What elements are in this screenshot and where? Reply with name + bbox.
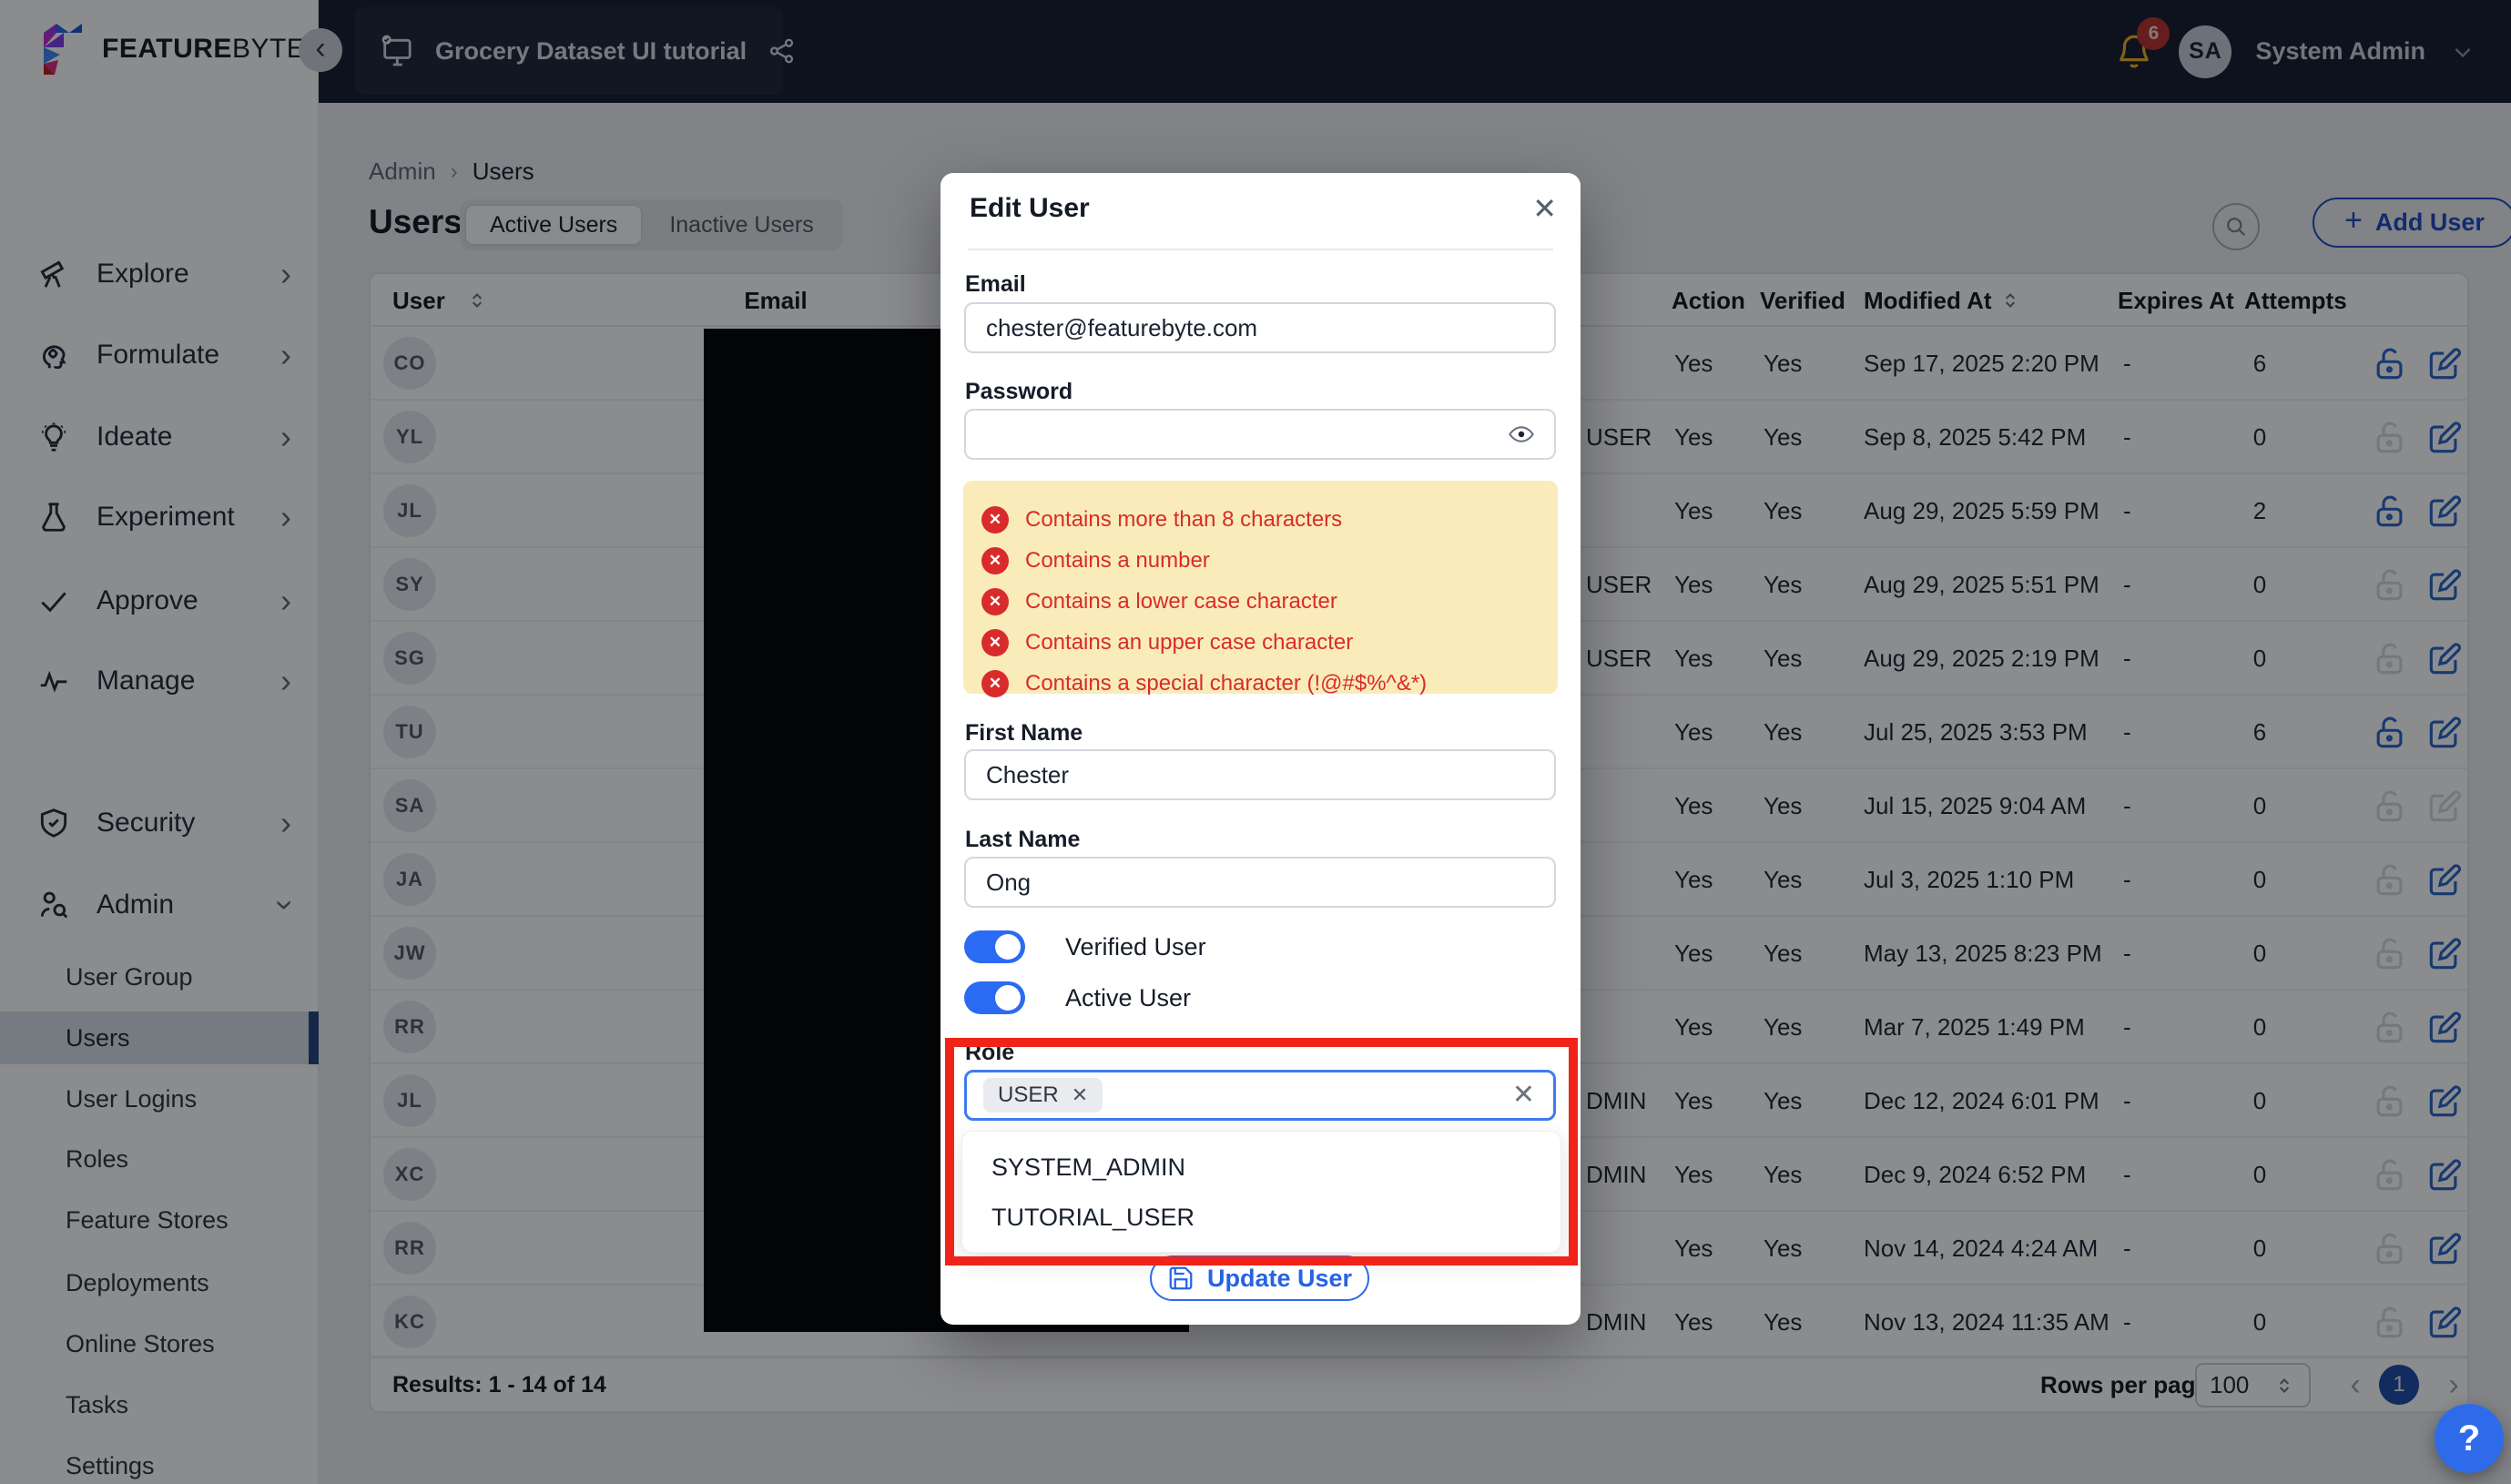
password-rule: ✕ Contains a lower case character [981,581,1558,622]
close-icon[interactable]: ✕ [1532,191,1557,226]
verified-user-toggle-row: Verified User [964,930,1206,963]
email-field[interactable]: chester@featurebyte.com [964,302,1556,353]
eye-icon[interactable] [1507,420,1536,449]
first-name-field[interactable]: Chester [964,749,1556,800]
password-rule-text: Contains a number [1025,548,1210,574]
circle-x-icon: ✕ [981,670,1009,697]
circle-x-icon: ✕ [981,629,1009,656]
toggle-label: Active User [1065,984,1191,1012]
circle-x-icon: ✕ [981,547,1009,574]
password-field[interactable] [964,409,1556,460]
password-rule-text: Contains an upper case character [1025,630,1353,656]
first-name-label: First Name [965,720,1083,747]
password-rule: ✕ Contains a number [981,540,1558,581]
save-icon [1167,1265,1195,1292]
circle-x-icon: ✕ [981,588,1009,615]
password-rule: ✕ Contains an upper case character [981,622,1558,663]
password-requirements-box: ✕ Contains more than 8 characters ✕ Cont… [963,481,1558,694]
email-label: Email [965,271,1026,298]
last-name-field[interactable]: Ong [964,857,1556,908]
last-name-label: Last Name [965,827,1080,853]
password-rule: ✕ Contains a special character (!@#$%^&*… [981,663,1558,704]
modal-divider [968,249,1553,250]
verified-user-toggle[interactable] [964,930,1025,963]
last-name-value: Ong [986,869,1031,897]
annotation-highlight-box [945,1038,1578,1265]
password-rule: ✕ Contains more than 8 characters [981,499,1558,540]
password-rule-text: Contains a lower case character [1025,589,1337,615]
update-user-label: Update User [1207,1265,1352,1293]
password-rule-text: Contains a special character (!@#$%^&*) [1025,671,1427,696]
password-rule-text: Contains more than 8 characters [1025,507,1342,533]
app-root: FEATUREBYTE Explore › Formulate › Ideate… [0,0,2511,1484]
active-user-toggle-row: Active User [964,981,1191,1014]
modal-title: Edit User [970,193,1090,224]
password-label: Password [965,379,1073,405]
help-button[interactable]: ? [2435,1404,2504,1473]
active-user-toggle[interactable] [964,981,1025,1014]
first-name-value: Chester [986,761,1069,789]
email-value: chester@featurebyte.com [986,314,1257,342]
circle-x-icon: ✕ [981,506,1009,534]
toggle-label: Verified User [1065,933,1206,961]
